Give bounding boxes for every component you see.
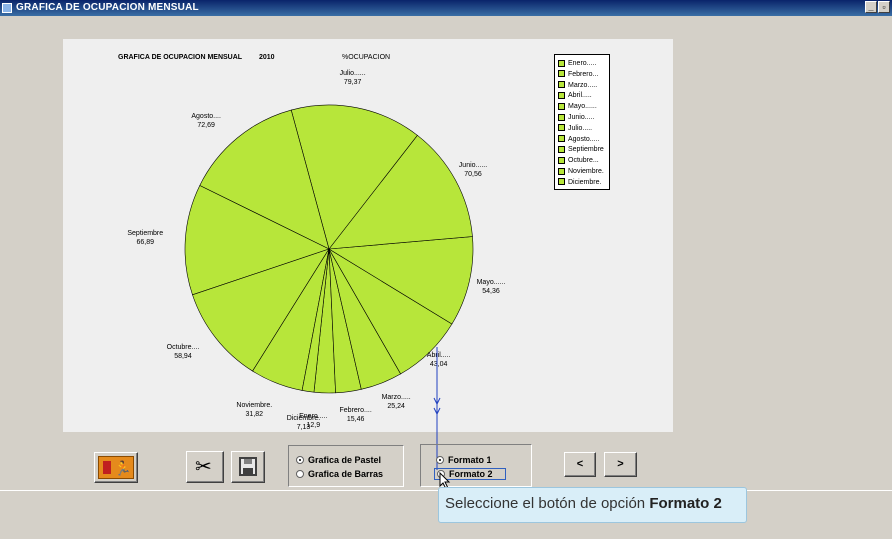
tooltip-text: Seleccione el botón de opción xyxy=(445,495,650,512)
format-1-label: Formato 1 xyxy=(448,455,492,465)
format-1-option[interactable]: Formato 1 xyxy=(436,455,492,465)
radio-pie[interactable] xyxy=(296,456,304,464)
pie-chart-option-label: Grafica de Pastel xyxy=(308,455,382,465)
pie-chart-option[interactable]: Grafica de Pastel xyxy=(296,455,381,465)
format-2-label: Formato 2 xyxy=(449,469,493,479)
chart-type-group: Grafica de Pastel Grafica de Barras xyxy=(288,445,404,487)
format-group: Formato 1 Formato 2 xyxy=(420,444,532,487)
radio-format-1[interactable] xyxy=(436,456,444,464)
instruction-tooltip: Seleccione el botón de opción Formato 2 xyxy=(438,487,747,523)
scissors-icon: ✂ xyxy=(195,456,212,478)
exit-button[interactable]: 🏃 xyxy=(94,452,138,483)
radio-bar[interactable] xyxy=(296,470,304,478)
tooltip-bold: Formato 2 xyxy=(649,495,722,512)
cut-button[interactable]: ✂ xyxy=(186,451,224,483)
save-button[interactable] xyxy=(231,451,265,483)
floppy-disk-icon xyxy=(239,457,257,476)
bar-chart-option-label: Grafica de Barras xyxy=(308,469,384,479)
bar-chart-option[interactable]: Grafica de Barras xyxy=(296,469,383,479)
next-button[interactable]: > xyxy=(604,452,637,477)
exit-icon: 🏃 xyxy=(98,456,134,479)
previous-button[interactable]: < xyxy=(564,452,596,477)
